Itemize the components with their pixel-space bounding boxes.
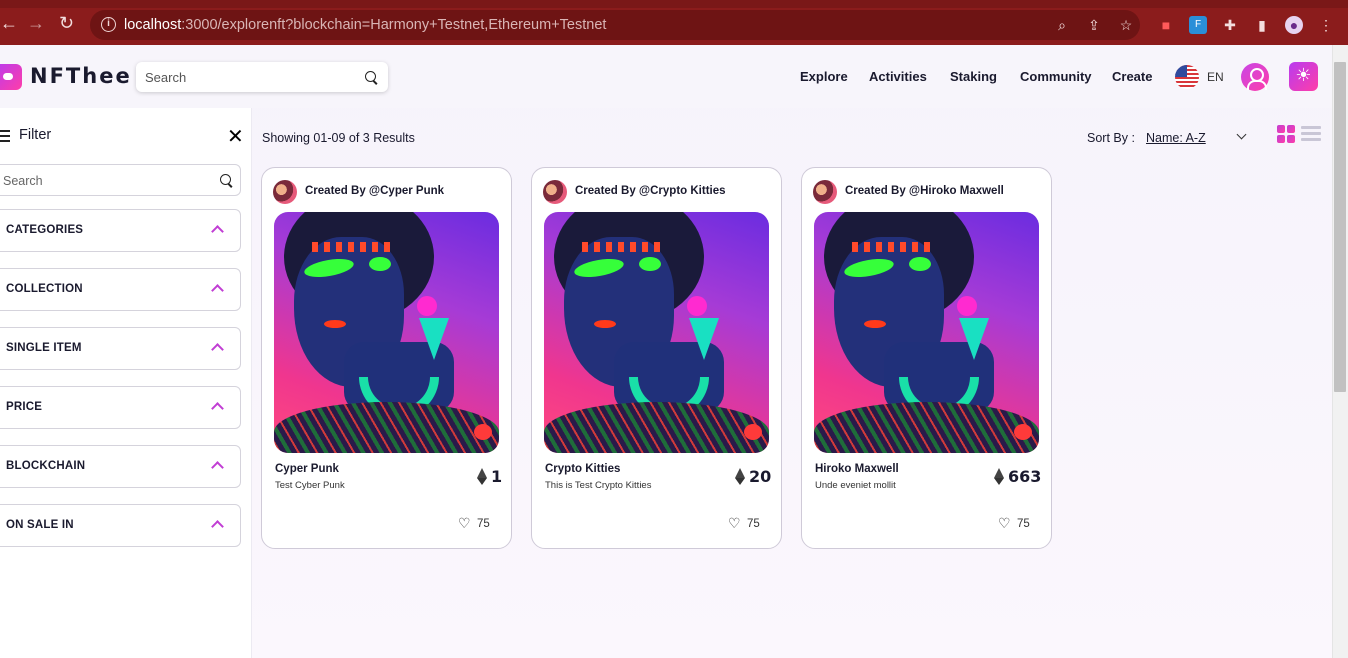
creator-avatar[interactable] [813,180,837,204]
nft-image[interactable] [544,212,769,453]
scrollbar-thumb[interactable] [1334,62,1346,392]
profile-icon[interactable]: ● [1285,16,1303,34]
extension-record-icon[interactable]: ■ [1157,16,1175,34]
accordion-categories[interactable]: CATEGORIES [0,209,241,252]
nft-image[interactable] [274,212,499,453]
nft-name[interactable]: Cyper Punk [275,463,339,475]
creator-avatar[interactable] [273,180,297,204]
creator-name[interactable]: Created By @Hiroko Maxwell [845,185,1004,197]
ethereum-icon [735,468,745,485]
menu-kebab-icon[interactable]: ⋮ [1317,16,1335,34]
url-text[interactable]: localhost:3000/explorenft?blockchain=Har… [124,17,606,33]
nft-name[interactable]: Hiroko Maxwell [815,463,899,475]
nav-staking[interactable]: Staking [950,69,997,84]
filter-search-icon[interactable] [220,174,234,188]
user-avatar[interactable] [1241,63,1269,91]
bookmark-star-icon[interactable]: ☆ [1117,16,1135,34]
accordion-label: COLLECTION [6,283,83,295]
header-search[interactable] [136,62,388,92]
accordion-label: ON SALE IN [6,519,74,531]
nft-card[interactable]: Created By @Cyper Punk Cyper Punk Test C… [261,167,512,549]
browser-tab-strip [0,0,1348,8]
accordion-blockchain[interactable]: BLOCKCHAIN [0,445,241,488]
chevron-up-icon [211,402,224,415]
nft-description: This is Test Crypto Kitties [545,480,652,491]
like-count: 75 [477,518,490,530]
sort-label: Sort By : [1087,131,1135,145]
nft-description: Unde eveniet mollit [815,480,896,491]
nft-card[interactable]: Created By @Crypto Kitties Crypto Kittie… [531,167,782,549]
chevron-up-icon [211,284,224,297]
extensions-puzzle-icon[interactable]: ✚ [1221,16,1239,34]
sort-select[interactable]: Name: A-Z [1146,131,1206,145]
grid-view-icon[interactable] [1277,125,1296,143]
ethereum-icon [994,468,1004,485]
accordion-collection[interactable]: COLLECTION [0,268,241,311]
search-icon[interactable] [365,71,379,85]
creator-name[interactable]: Created By @Cyper Punk [305,185,444,197]
ethereum-icon [477,468,487,485]
us-flag-icon[interactable] [1175,65,1199,89]
theme-toggle-button[interactable] [1289,62,1318,91]
accordion-label: SINGLE ITEM [6,342,82,354]
nav-explore[interactable]: Explore [800,69,848,84]
nft-name[interactable]: Crypto Kitties [545,463,620,475]
creator-name[interactable]: Created By @Crypto Kitties [575,185,726,197]
logo-text[interactable]: NFThee [30,64,132,88]
nav-activities[interactable]: Activities [869,69,927,84]
accordion-label: PRICE [6,401,43,413]
share-icon[interactable]: ⇪ [1085,16,1103,34]
language-selector[interactable]: EN [1207,70,1224,84]
reload-icon[interactable]: ↻ [59,14,74,32]
nav-community[interactable]: Community [1020,69,1092,84]
creator-avatar[interactable] [543,180,567,204]
accordion-label: BLOCKCHAIN [6,460,86,472]
side-panel-icon[interactable]: ▮ [1253,16,1271,34]
results-count: Showing 01-09 of 3 Results [262,131,415,145]
like-count: 75 [747,518,760,530]
logo-icon[interactable] [0,64,22,90]
nft-image[interactable] [814,212,1039,453]
list-view-icon[interactable] [1301,125,1321,141]
like-count: 75 [1017,518,1030,530]
close-filter-icon[interactable]: ✕ [227,126,244,146]
zoom-icon[interactable]: ⌕ [1053,16,1071,34]
filter-search-input[interactable] [3,172,203,190]
chevron-up-icon [211,225,224,238]
extension-translate-icon[interactable]: F [1189,16,1207,34]
forward-arrow-icon[interactable]: → [27,14,45,32]
nft-price: 20 [749,467,772,486]
header-search-input[interactable] [145,68,345,86]
chevron-up-icon [211,461,224,474]
accordion-label: CATEGORIES [6,224,84,236]
filter-search[interactable] [0,164,241,196]
nft-price: 663 [1008,467,1042,486]
heart-icon[interactable]: ♡ [998,517,1011,531]
heart-icon[interactable]: ♡ [458,517,471,531]
accordion-price[interactable]: PRICE [0,386,241,429]
accordion-single-item[interactable]: SINGLE ITEM [0,327,241,370]
nft-price: 1 [491,467,503,486]
accordion-on-sale-in[interactable]: ON SALE IN [0,504,241,547]
filter-sliders-icon [0,128,10,142]
nav-create[interactable]: Create [1112,69,1152,84]
chevron-up-icon [211,520,224,533]
back-arrow-icon[interactable]: ← [0,14,18,32]
heart-icon[interactable]: ♡ [728,517,741,531]
info-icon[interactable]: i [101,17,116,32]
filter-title: Filter [19,127,52,143]
nft-description: Test Cyber Punk [275,480,345,491]
chevron-up-icon [211,343,224,356]
nft-card[interactable]: Created By @Hiroko Maxwell Hiroko Maxwel… [801,167,1052,549]
